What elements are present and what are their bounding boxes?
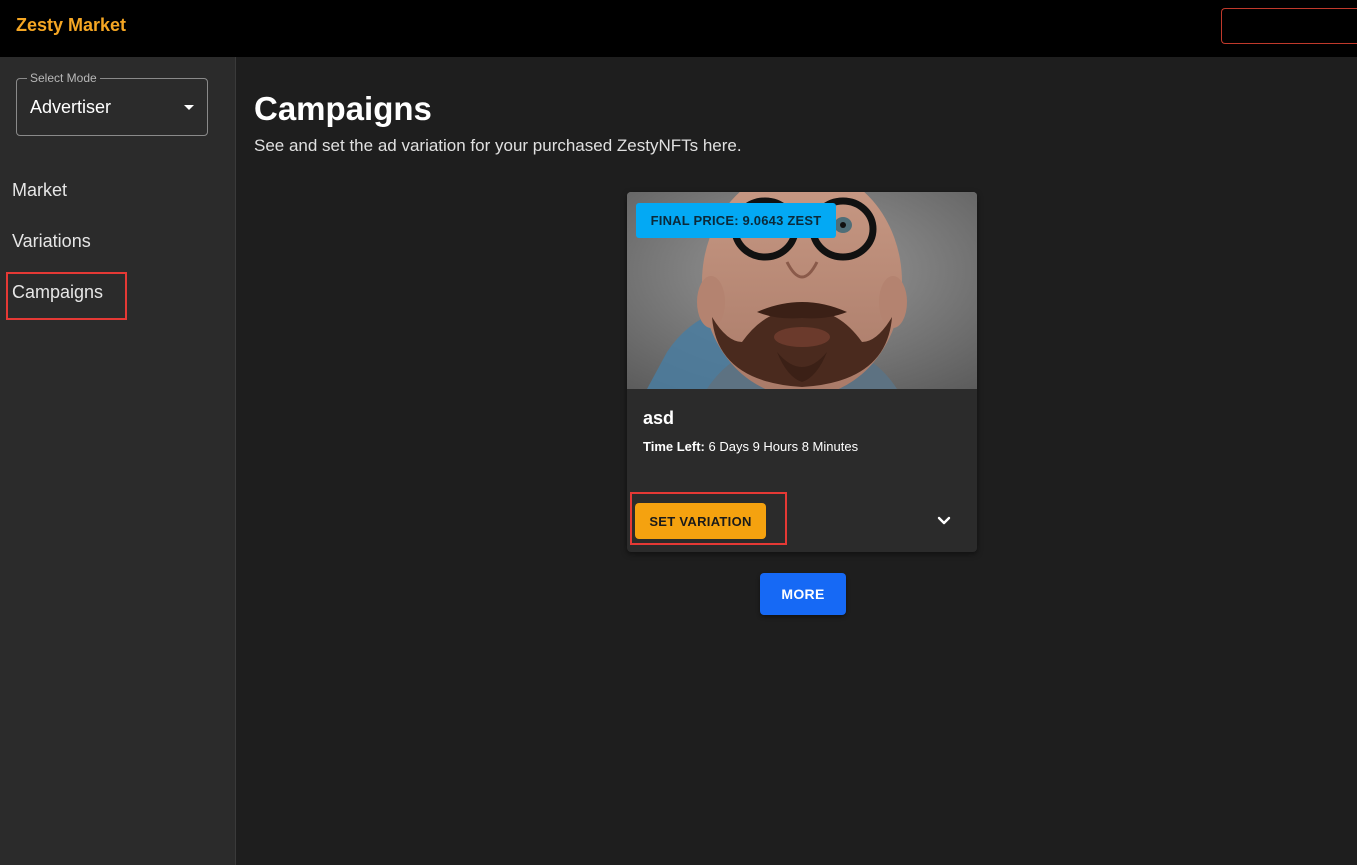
time-left-row: Time Left: 6 Days 9 Hours 8 Minutes: [643, 439, 858, 454]
campaign-card: FINAL PRICE: 9.0643 ZEST asd Time Left: …: [627, 192, 977, 552]
time-left-value: 6 Days 9 Hours 8 Minutes: [704, 439, 859, 454]
sidebar-item-campaigns[interactable]: Campaigns: [12, 282, 103, 303]
wallet-connect-button[interactable]: [1221, 8, 1357, 44]
dropdown-caret-icon: [184, 105, 194, 110]
more-button[interactable]: MORE: [760, 573, 846, 615]
time-left-label: Time Left:: [643, 439, 705, 454]
chevron-down-icon[interactable]: [933, 510, 955, 532]
sidebar: Select Mode Advertiser Market Variations…: [0, 57, 236, 865]
page-subtitle: See and set the ad variation for your pu…: [254, 136, 742, 155]
campaign-title: asd: [643, 408, 675, 428]
set-variation-button[interactable]: SET VARIATION: [635, 503, 766, 539]
top-app-bar: Zesty Market: [0, 0, 1357, 57]
final-price-badge: FINAL PRICE: 9.0643 ZEST: [636, 203, 836, 238]
page-title: Campaigns: [254, 90, 432, 127]
mode-select-label: Select Mode: [27, 71, 100, 85]
brand-logo[interactable]: Zesty Market: [16, 15, 126, 36]
sidebar-item-variations[interactable]: Variations: [12, 231, 91, 252]
mode-select[interactable]: Select Mode Advertiser: [16, 71, 208, 136]
mode-select-value: Advertiser: [30, 97, 112, 117]
campaign-image: FINAL PRICE: 9.0643 ZEST: [627, 192, 977, 397]
sidebar-item-market[interactable]: Market: [12, 180, 67, 201]
